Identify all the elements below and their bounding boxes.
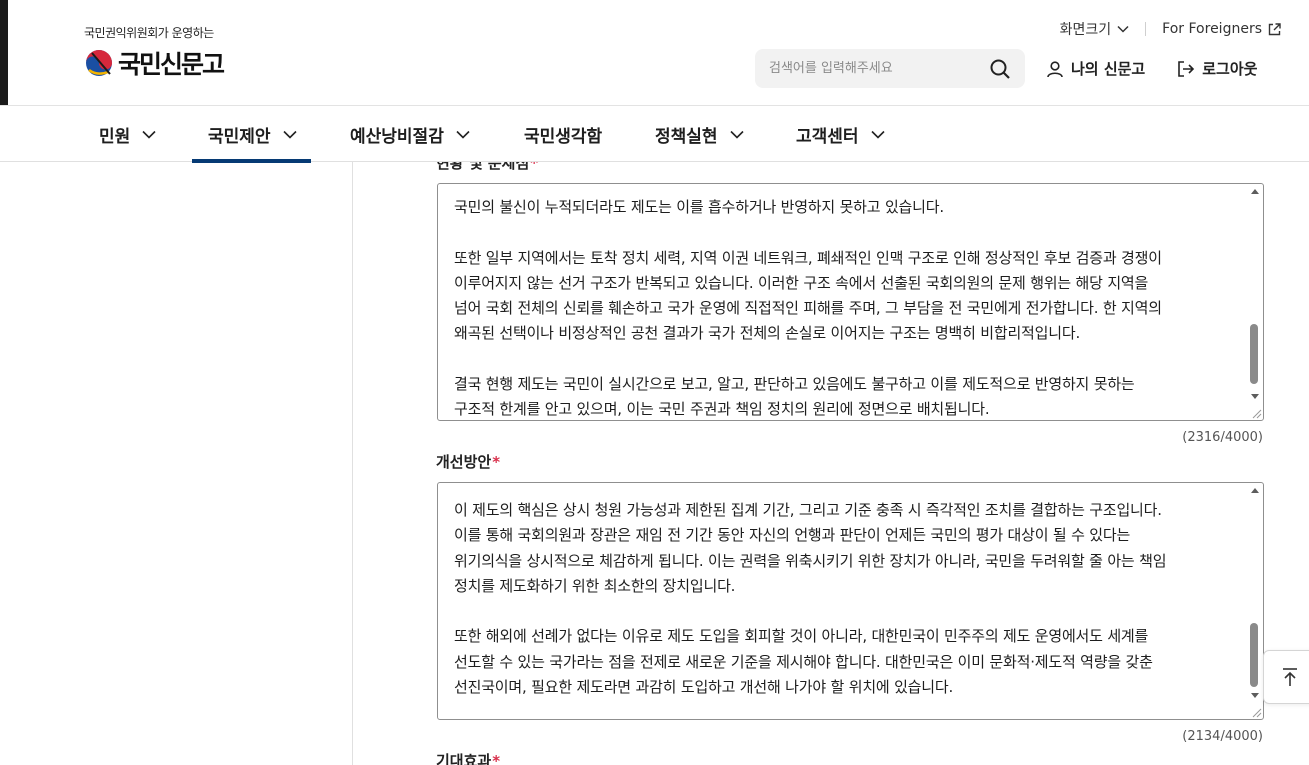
chevron-down-icon: [1117, 25, 1129, 33]
chevron-down-icon: [456, 130, 470, 139]
main-nav: 민원 국민제안 예산낭비절감 국민생각함 정책실현 고객센터: [0, 106, 1309, 163]
field-label-effect: 기대효과*: [436, 752, 501, 765]
user-links: 나의 신문고 로그아웃: [1046, 58, 1257, 79]
arrow-up-icon: [1283, 668, 1297, 686]
field-label-improvement: 개선방안*: [436, 453, 501, 471]
scroll-to-top-button[interactable]: [1263, 650, 1309, 704]
scroll-thumb[interactable]: [1250, 324, 1258, 384]
resize-grip-icon[interactable]: [1250, 706, 1262, 718]
search-box: [755, 49, 1025, 88]
sidebar-divider: [352, 162, 353, 765]
chevron-down-icon: [729, 130, 744, 139]
site-logo[interactable]: 국민권익위원회가 운영하는 국민신문고: [84, 24, 225, 81]
chevron-down-icon: [282, 130, 297, 139]
textarea-content: 국민의 불신이 누적되더라도 제도는 이를 흡수하거나 반영하지 못하고 있습니…: [454, 198, 1162, 419]
logout-button[interactable]: 로그아웃: [1177, 58, 1257, 79]
user-icon: [1047, 60, 1063, 77]
scroll-thumb[interactable]: [1250, 623, 1258, 687]
chevron-down-icon: [142, 130, 156, 139]
logo-subtitle: 국민권익위원회가 운영하는: [84, 26, 214, 40]
resize-grip-icon[interactable]: [1250, 407, 1262, 419]
field-label-status: 현황 및 문제점*: [436, 162, 539, 172]
textarea-scrollbar[interactable]: [1247, 185, 1262, 419]
scroll-up-arrow-icon[interactable]: [1251, 189, 1259, 194]
status-textarea[interactable]: 국민의 불신이 누적되더라도 제도는 이를 흡수하거나 반영하지 못하고 있습니…: [437, 183, 1264, 421]
textarea-content: 이 제도의 핵심은 상시 청원 가능성과 제한된 집계 기간, 그리고 기준 충…: [454, 501, 1167, 697]
logout-icon: [1178, 60, 1195, 77]
scroll-up-arrow-icon[interactable]: [1251, 488, 1259, 493]
char-counter: (2316/4000): [1182, 430, 1263, 445]
external-link-icon: [1268, 22, 1281, 35]
char-counter: (2134/4000): [1182, 729, 1263, 744]
taegeuk-emblem-icon: [86, 50, 112, 76]
site-header: 국민권익위원회가 운영하는 국민신문고 화면크기 For Foreigners: [0, 0, 1309, 106]
improvement-textarea[interactable]: 이 제도의 핵심은 상시 청원 가능성과 제한된 집계 기간, 그리고 기준 충…: [437, 482, 1264, 720]
nav-item-customer[interactable]: 고객센터: [796, 106, 885, 162]
my-sinmungo-link[interactable]: 나의 신문고: [1046, 58, 1145, 79]
search-icon[interactable]: [989, 58, 1011, 80]
nav-item-minwon[interactable]: 민원: [99, 106, 156, 162]
textarea-scrollbar[interactable]: [1247, 484, 1262, 718]
nav-item-budget[interactable]: 예산낭비절감: [350, 106, 470, 162]
logo-wordmark: 국민신문고: [118, 50, 225, 79]
scroll-down-arrow-icon[interactable]: [1251, 394, 1259, 399]
chevron-down-icon: [870, 130, 885, 139]
nav-item-thoughts[interactable]: 국민생각함: [524, 106, 602, 162]
scroll-down-arrow-icon[interactable]: [1251, 693, 1259, 698]
nav-item-proposal[interactable]: 국민제안: [192, 106, 311, 163]
search-input[interactable]: [769, 61, 989, 76]
divider: [1145, 22, 1147, 36]
proposal-form: 현황 및 문제점* 국민의 불신이 누적되더라도 제도는 이를 흡수하거나 반영…: [0, 162, 1309, 765]
nav-item-policy[interactable]: 정책실현: [655, 106, 744, 162]
for-foreigners-link[interactable]: For Foreigners: [1162, 21, 1281, 37]
screen-size-button[interactable]: 화면크기: [1060, 19, 1130, 39]
utility-links: 화면크기 For Foreigners: [1060, 19, 1281, 39]
